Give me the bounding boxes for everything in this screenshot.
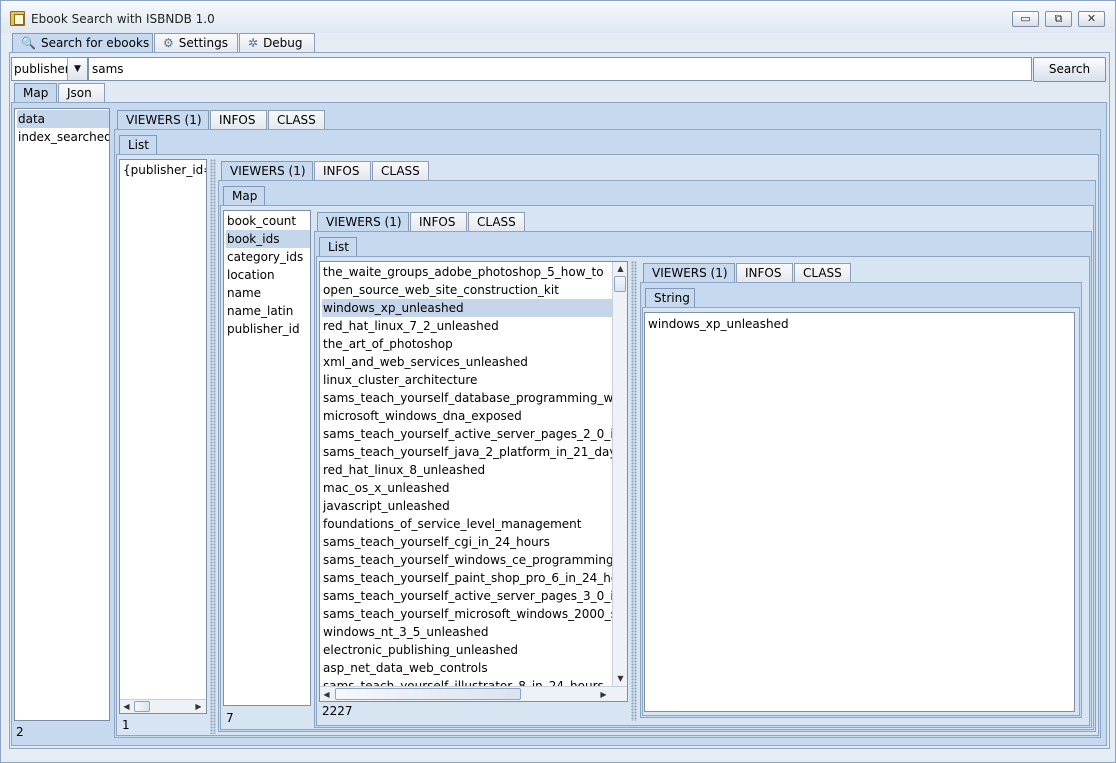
scroll-down-icon[interactable]: ▼ [614, 672, 627, 685]
horizontal-scrollbar[interactable]: ◀ ▶ [120, 699, 206, 713]
string-value: windows_xp_unleashed [648, 317, 789, 331]
tab-class[interactable]: CLASS [468, 212, 525, 232]
scroll-left-icon[interactable]: ◀ [120, 700, 133, 713]
tab-class[interactable]: CLASS [794, 263, 851, 283]
tab-label: Search for ebooks [40, 36, 150, 50]
list-item[interactable]: book_ids [226, 230, 310, 248]
list-item[interactable]: sams_teach_yourself_microsoft_windows_20… [322, 605, 613, 623]
scroll-right-icon[interactable]: ▶ [597, 688, 610, 701]
tab-viewers[interactable]: VIEWERS (1) [317, 212, 409, 232]
tab-infos[interactable]: INFOS [736, 263, 793, 283]
list-item[interactable]: sams_teach_yourself_windows_ce_programmi… [322, 551, 613, 569]
tab-label: Settings [178, 36, 228, 50]
string-value-area[interactable]: windows_xp_unleashed [644, 312, 1075, 712]
list-item[interactable]: foundations_of_service_level_management [322, 515, 613, 533]
tab-debug[interactable]: ✲ Debug [239, 33, 315, 53]
scroll-thumb[interactable] [614, 276, 626, 292]
tab-type-map[interactable]: Map [223, 186, 265, 206]
minimize-button[interactable]: ▭ [1012, 11, 1039, 27]
level2-keys-list[interactable]: book_count book_ids category_ids locatio… [223, 210, 311, 706]
root-keys-count: 2 [16, 725, 24, 739]
field-select-value: publisher [14, 62, 70, 76]
list-item[interactable]: book_count [226, 212, 310, 230]
scroll-thumb[interactable] [335, 688, 521, 700]
search-input[interactable]: sams [88, 57, 1032, 81]
list-item[interactable]: windows_xp_unleashed [322, 299, 613, 317]
bug-icon: ✲ [248, 36, 259, 50]
tab-label: Debug [263, 36, 303, 50]
search-button[interactable]: Search [1033, 57, 1106, 82]
scroll-right-icon[interactable]: ▶ [192, 700, 205, 713]
chevron-down-icon[interactable]: ▼ [67, 58, 87, 80]
list-item[interactable]: microsoft_windows_dna_exposed [322, 407, 613, 425]
list-item[interactable]: the_waite_groups_adobe_photoshop_5_how_t… [322, 263, 613, 281]
gear-icon: ⚙ [163, 36, 174, 50]
list-item[interactable]: sams_teach_yourself_active_server_pages_… [322, 587, 613, 605]
list-item[interactable]: sams_teach_yourself_active_server_pages_… [322, 425, 613, 443]
app-window: Ebook Search with ISBNDB 1.0 ▭ ⧉ ✕ 🔍 Sear… [0, 0, 1116, 763]
level3-count: 2227 [322, 704, 353, 718]
list-item[interactable]: sams_teach_yourself_database_programming… [322, 389, 613, 407]
tab-infos[interactable]: INFOS [210, 110, 267, 130]
tab-infos[interactable]: INFOS [314, 161, 371, 181]
level1-list[interactable]: {publisher_id=s ◀ ▶ [119, 159, 207, 714]
list-item[interactable]: xml_and_web_services_unleashed [322, 353, 613, 371]
field-select[interactable]: publisher ▼ [11, 57, 88, 81]
tab-type-list[interactable]: List [319, 237, 357, 257]
book-icon [10, 11, 25, 26]
list-item[interactable]: red_hat_linux_7_2_unleashed [322, 317, 613, 335]
list-item[interactable]: linux_cluster_architecture [322, 371, 613, 389]
level2-count: 7 [226, 711, 234, 725]
title-bar: Ebook Search with ISBNDB 1.0 ▭ ⧉ ✕ [1, 1, 1115, 33]
vertical-scrollbar[interactable]: ▲ ▼ [612, 262, 627, 686]
list-item[interactable]: electronic_publishing_unleashed [322, 641, 613, 659]
list-item[interactable]: {publisher_id=s [122, 161, 206, 179]
list-item[interactable]: publisher_id [226, 320, 310, 338]
horizontal-scrollbar[interactable]: ◀ ▶ [320, 686, 627, 701]
list-item[interactable]: javascript_unleashed [322, 497, 613, 515]
scroll-up-icon[interactable]: ▲ [614, 262, 627, 275]
root-keys-list[interactable]: data index_searched [14, 108, 110, 721]
tab-type-list[interactable]: List [119, 135, 157, 155]
scroll-left-icon[interactable]: ◀ [320, 688, 333, 701]
tab-search-for-ebooks[interactable]: 🔍 Search for ebooks [12, 33, 153, 53]
tab-json[interactable]: Json [58, 83, 105, 103]
list-item[interactable]: the_art_of_photoshop [322, 335, 613, 353]
tab-type-string[interactable]: String [645, 288, 695, 308]
list-item[interactable]: index_searched [17, 128, 109, 146]
list-item[interactable]: name [226, 284, 310, 302]
list-item[interactable]: windows_nt_3_5_unleashed [322, 623, 613, 641]
list-item[interactable]: asp_net_data_web_controls [322, 659, 613, 677]
maximize-button[interactable]: ⧉ [1045, 11, 1072, 27]
list-item[interactable]: name_latin [226, 302, 310, 320]
split-divider[interactable] [631, 261, 637, 721]
tab-viewers[interactable]: VIEWERS (1) [117, 110, 209, 130]
list-item[interactable]: sams_teach_yourself_java_2_platform_in_2… [322, 443, 613, 461]
tab-settings[interactable]: ⚙ Settings [154, 33, 238, 53]
window-title: Ebook Search with ISBNDB 1.0 [31, 12, 215, 26]
scroll-thumb[interactable] [134, 701, 150, 712]
list-item[interactable]: location [226, 266, 310, 284]
split-divider[interactable] [210, 159, 216, 734]
list-item[interactable]: category_ids [226, 248, 310, 266]
list-item[interactable]: open_source_web_site_construction_kit [322, 281, 613, 299]
list-item[interactable]: red_hat_linux_8_unleashed [322, 461, 613, 479]
list-item[interactable]: sams_teach_yourself_paint_shop_pro_6_in_… [322, 569, 613, 587]
tab-class[interactable]: CLASS [268, 110, 325, 130]
list-item[interactable]: data [17, 110, 109, 128]
book-ids-list[interactable]: the_waite_groups_adobe_photoshop_5_how_t… [319, 261, 628, 702]
close-button[interactable]: ✕ [1078, 11, 1105, 27]
search-icon: 🔍 [21, 36, 36, 50]
list-item[interactable]: mac_os_x_unleashed [322, 479, 613, 497]
tab-infos[interactable]: INFOS [410, 212, 467, 232]
tab-viewers[interactable]: VIEWERS (1) [221, 161, 313, 181]
level1-count: 1 [122, 718, 130, 732]
list-item[interactable]: sams_teach_yourself_cgi_in_24_hours [322, 533, 613, 551]
tab-viewers[interactable]: VIEWERS (1) [643, 263, 735, 283]
tab-map[interactable]: Map [14, 83, 57, 103]
tab-class[interactable]: CLASS [372, 161, 429, 181]
